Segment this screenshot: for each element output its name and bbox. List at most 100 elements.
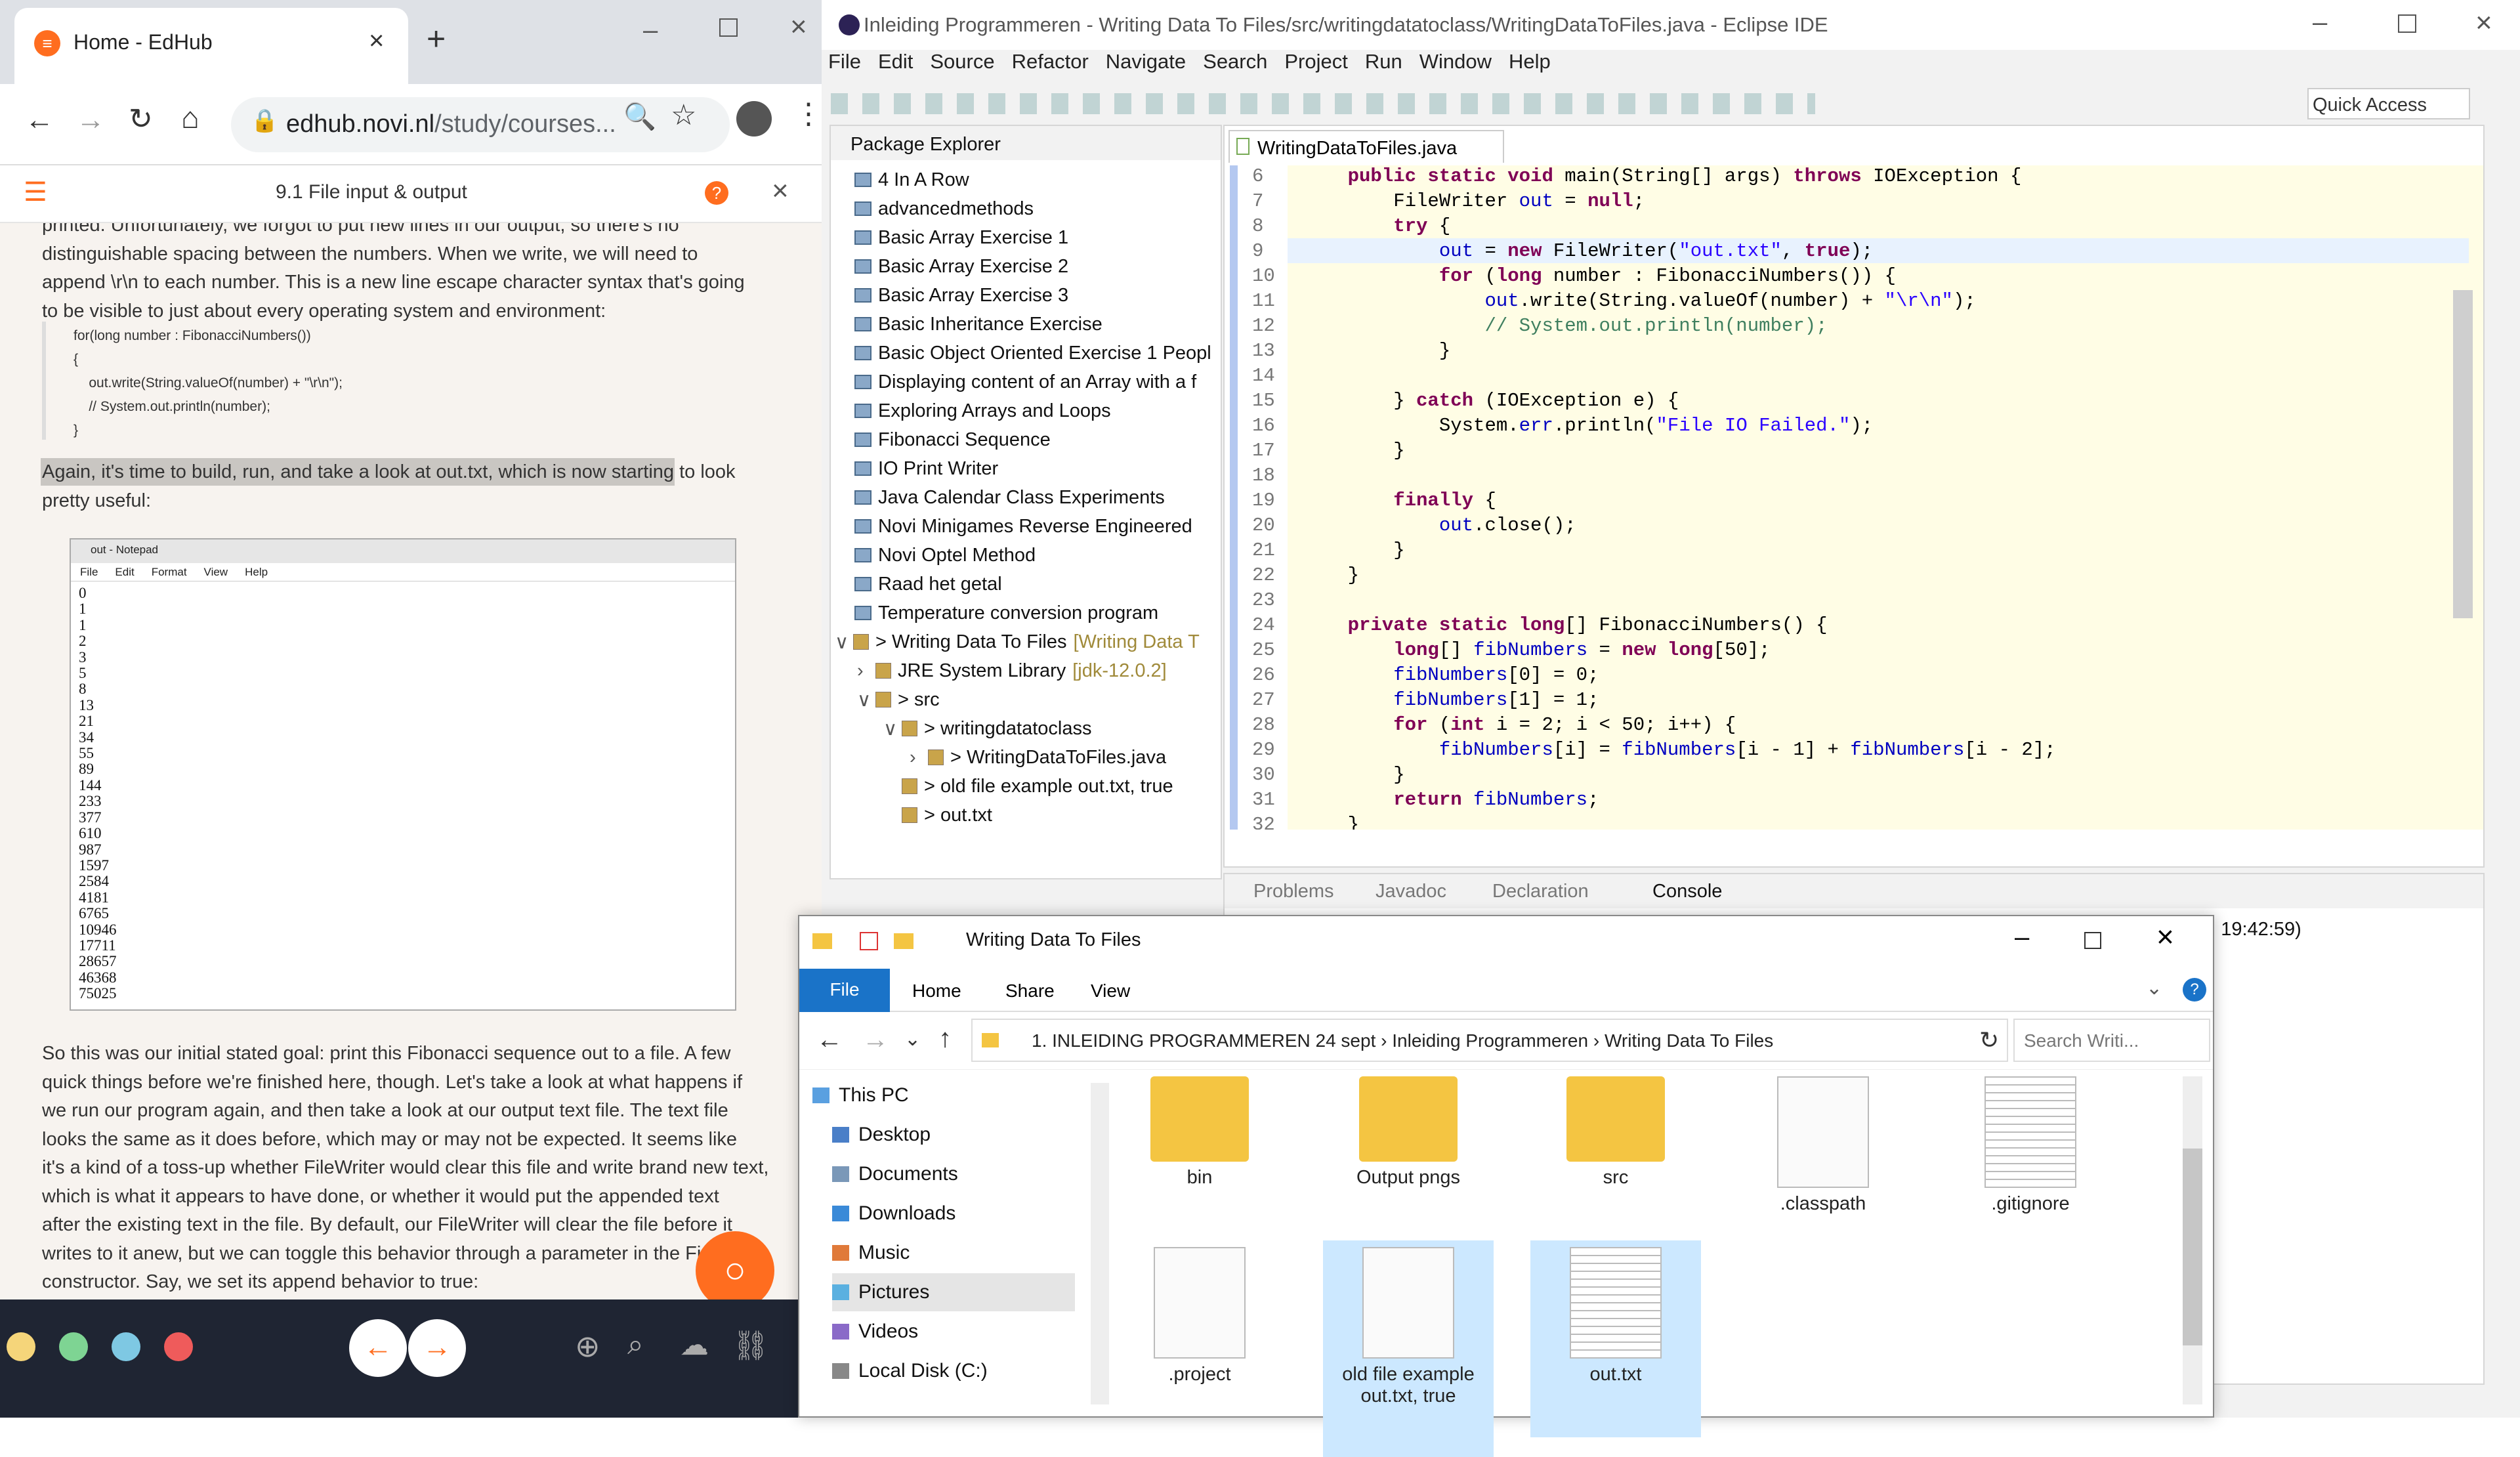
nav-item[interactable]: Local Disk (C:) (832, 1352, 1075, 1390)
tab-declaration[interactable]: Declaration (1492, 881, 1589, 902)
nav-scrollbar[interactable] (1091, 1083, 1109, 1404)
vertical-scrollbar[interactable] (2453, 290, 2473, 618)
maximize-icon[interactable] (2398, 14, 2416, 33)
project-item[interactable]: Displaying content of an Array with a f (854, 368, 1196, 396)
file-item[interactable]: bin (1114, 1070, 1285, 1267)
ribbon-tab-share[interactable]: Share (1005, 981, 1055, 1002)
back-icon[interactable]: ← (25, 104, 54, 137)
project-item[interactable]: Basic Array Exercise 1 (854, 223, 1068, 252)
reload-icon[interactable]: ↻ (129, 102, 153, 136)
project-item[interactable]: Raad het getal (854, 570, 1002, 599)
project-item[interactable]: Novi Optel Method (854, 541, 1036, 570)
zoom-icon[interactable]: 🔍 (623, 101, 656, 132)
file-item[interactable]: .gitignore (1945, 1070, 2116, 1267)
expand-chevron-icon[interactable]: ∨ (835, 631, 849, 654)
project-item[interactable]: Basic Inheritance Exercise (854, 310, 1102, 339)
tab-console[interactable]: Console (1652, 881, 1722, 902)
file-item[interactable]: old file example out.txt, true (1323, 1240, 1494, 1457)
path-box[interactable]: 1. INLEIDING PROGRAMMEREN 24 sept › Inle… (971, 1019, 2008, 1062)
tab-problems[interactable]: Problems (1253, 881, 1334, 902)
color-dot-green[interactable] (59, 1332, 88, 1361)
minimize-icon[interactable]: – (2313, 8, 2327, 37)
project-item[interactable]: Temperature conversion program (854, 599, 1158, 627)
project-item[interactable]: 4 In A Row (854, 165, 969, 194)
file-item[interactable]: > out.txt (883, 801, 992, 830)
nav-item[interactable]: Music (832, 1234, 1075, 1272)
menu-refactor[interactable]: Refactor (1012, 50, 1089, 84)
browser-tab[interactable]: ≡ Home - EdHub × (14, 8, 408, 84)
nav-item[interactable]: Pictures (832, 1273, 1075, 1311)
link-icon[interactable]: ⛓ (732, 1328, 769, 1362)
menu-navigate[interactable]: Navigate (1106, 50, 1186, 84)
expand-ribbon-icon[interactable]: ⌄ (2146, 977, 2162, 1000)
close-section-icon[interactable]: × (772, 175, 789, 207)
project-item[interactable]: Exploring Arrays and Loops (854, 396, 1111, 425)
ribbon-tab-home[interactable]: Home (912, 981, 961, 1002)
up-icon[interactable]: ↑ (938, 1024, 952, 1053)
bookmark-star-icon[interactable]: ☆ (671, 98, 696, 132)
expand-chevron-icon[interactable]: › (910, 747, 921, 769)
close-window-icon[interactable]: × (790, 11, 807, 43)
close-tab-icon[interactable]: × (369, 26, 384, 56)
menu-icon[interactable]: ⋮ (794, 97, 822, 131)
file-item[interactable]: out.txt (1530, 1240, 1701, 1437)
jre-library[interactable]: › JRE System Library [jdk-12.0.2] (857, 656, 1167, 685)
expand-chevron-icon[interactable]: ∨ (883, 717, 897, 740)
add-icon[interactable]: ⊕ (575, 1328, 600, 1364)
back-icon[interactable]: ← (816, 1025, 843, 1055)
file-item[interactable]: Output pngs (1323, 1070, 1494, 1267)
project-item[interactable]: Basic Object Oriented Exercise 1 Peopl (854, 339, 1211, 368)
list-icon[interactable]: ☰ (24, 177, 47, 207)
search-icon[interactable]: ⌕ (627, 1328, 644, 1361)
color-dot-red[interactable] (164, 1332, 193, 1361)
nav-item[interactable]: Desktop (832, 1116, 1075, 1154)
refresh-icon[interactable]: ↻ (1979, 1026, 1999, 1054)
help-icon[interactable]: ? (2183, 978, 2206, 1002)
java-file-item[interactable]: › > WritingDataToFiles.java (910, 743, 1166, 772)
file-item[interactable]: .classpath (1738, 1070, 1908, 1267)
comment-icon[interactable]: ☁ (680, 1328, 709, 1362)
home-icon[interactable]: ⌂ (181, 100, 200, 135)
project-item[interactable]: IO Print Writer (854, 454, 998, 483)
nav-item[interactable]: Documents (832, 1155, 1075, 1193)
project-item[interactable]: Basic Array Exercise 2 (854, 252, 1068, 281)
forward-icon[interactable]: → (862, 1025, 889, 1055)
package-explorer-title[interactable]: Package Explorer (850, 134, 1001, 156)
close-window-icon[interactable]: × (2156, 919, 2174, 954)
toolbar-icons[interactable] (831, 93, 1815, 114)
file-item[interactable]: src (1530, 1070, 1701, 1267)
package-item[interactable]: ∨ > writingdatatoclass (883, 714, 1092, 743)
project-item[interactable]: advancedmethods (854, 194, 1034, 223)
project-item[interactable]: Fibonacci Sequence (854, 425, 1051, 454)
menu-project[interactable]: Project (1284, 50, 1347, 84)
tab-javadoc[interactable]: Javadoc (1376, 881, 1446, 902)
properties-icon[interactable] (860, 932, 878, 950)
close-window-icon[interactable]: × (2475, 7, 2492, 39)
prev-arrow-button[interactable]: ← (349, 1319, 407, 1377)
avatar[interactable] (736, 101, 772, 137)
project-item[interactable]: Java Calendar Class Experiments (854, 483, 1165, 512)
expand-chevron-icon[interactable]: › (857, 660, 869, 682)
search-field[interactable]: Search Writi... (2013, 1019, 2210, 1062)
file-item[interactable]: > old file example out.txt, true (883, 772, 1173, 801)
maximize-icon[interactable] (719, 18, 738, 37)
menu-edit[interactable]: Edit (878, 50, 913, 84)
recent-icon[interactable]: ⌄ (904, 1028, 921, 1051)
minimize-icon[interactable]: – (2015, 923, 2029, 952)
color-dot-blue[interactable] (112, 1332, 140, 1361)
maximize-icon[interactable] (2084, 932, 2101, 949)
src-folder[interactable]: ∨ > src (857, 685, 940, 714)
code-area[interactable]: 6 7 8 9 10 11 12 13 14 15 16 17 18 19 20 21 22 23 24 25 26 27… (1225, 165, 2483, 830)
ribbon-tab-view[interactable]: View (1091, 981, 1130, 1002)
minimize-icon[interactable]: – (643, 16, 658, 45)
menu-help[interactable]: Help (1509, 50, 1551, 84)
nav-item[interactable]: Downloads (832, 1194, 1075, 1233)
forward-icon[interactable]: → (76, 104, 105, 137)
project-item[interactable]: Basic Array Exercise 3 (854, 281, 1068, 310)
project-item[interactable]: Novi Minigames Reverse Engineered (854, 512, 1192, 541)
menu-window[interactable]: Window (1419, 50, 1492, 84)
color-dot-yellow[interactable] (7, 1332, 35, 1361)
help-icon[interactable]: ? (705, 181, 728, 205)
next-arrow-button[interactable]: → (408, 1319, 466, 1377)
expand-chevron-icon[interactable]: ∨ (857, 688, 871, 711)
